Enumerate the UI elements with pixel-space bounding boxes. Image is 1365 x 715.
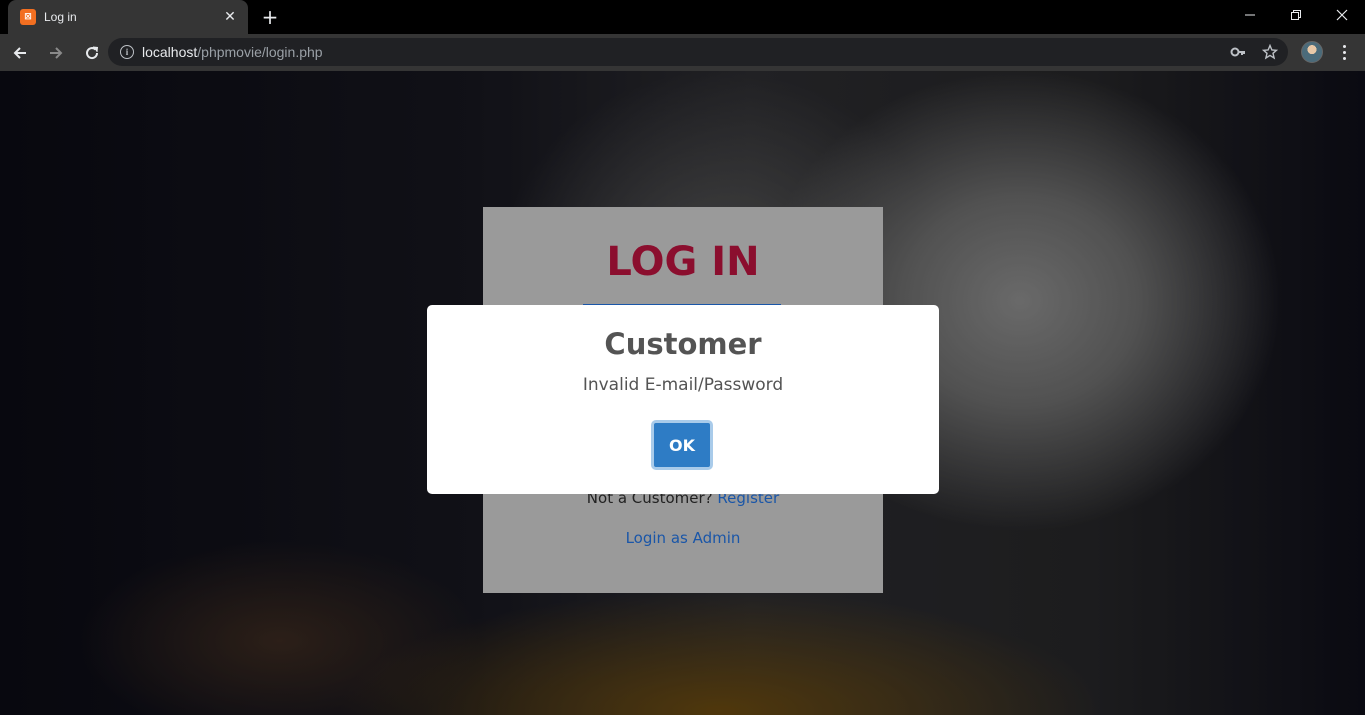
window-controls [1227,0,1365,34]
browser-tab-bar: ⊠ Log in ✕ + [0,0,1365,34]
reload-icon [86,46,99,59]
forward-button[interactable] [40,37,72,69]
minimize-icon [1245,14,1255,16]
arrow-right-icon [50,46,63,59]
star-icon[interactable] [1260,42,1280,62]
admin-login-link[interactable]: Login as Admin [483,529,883,547]
address-bar[interactable]: i localhost /phpmovie/login.php [108,38,1288,66]
ok-button[interactable]: OK [651,420,713,470]
alert-title: Customer [604,327,762,361]
close-window-button[interactable] [1319,0,1365,30]
browser-menu-button[interactable] [1334,40,1354,64]
browser-tab[interactable]: ⊠ Log in ✕ [8,0,248,34]
key-icon[interactable] [1228,42,1248,62]
restore-icon [1291,10,1301,20]
url-host: localhost [142,44,198,60]
alert-message: Invalid E-mail/Password [582,375,784,395]
alert-dialog: Customer Invalid E-mail/Password OK [427,305,939,494]
profile-avatar[interactable] [1301,41,1323,63]
minimize-button[interactable] [1227,0,1273,30]
tab-title: Log in [44,10,77,24]
xampp-icon: ⊠ [20,9,36,25]
tab-close-icon[interactable]: ✕ [222,9,238,25]
browser-toolbar: i localhost /phpmovie/login.php [0,34,1365,71]
back-button[interactable] [4,37,36,69]
url-path: /phpmovie/login.php [197,44,323,60]
reload-button[interactable] [76,37,108,69]
restore-button[interactable] [1273,0,1319,30]
close-icon [1336,9,1348,21]
info-icon[interactable]: i [120,45,134,59]
new-tab-button[interactable]: + [258,5,282,29]
login-title: LOG IN [606,239,760,285]
address-bar-actions [1228,42,1280,62]
arrow-left-icon [13,46,26,59]
